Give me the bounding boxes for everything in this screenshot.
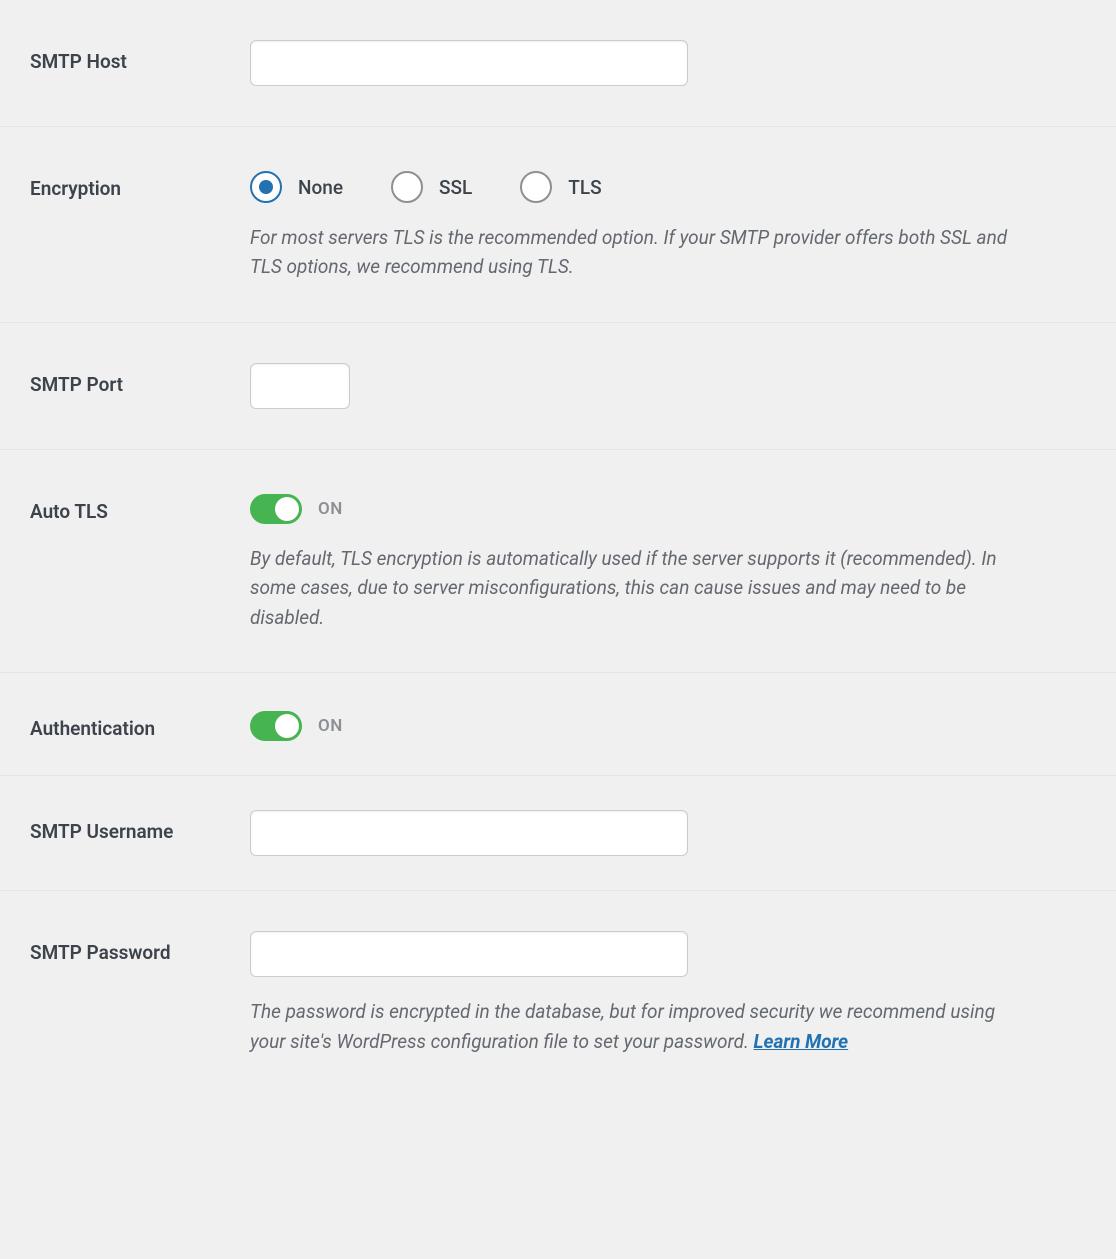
encryption-label: Encryption xyxy=(30,167,250,200)
smtp-password-row: SMTP Password The password is encrypted … xyxy=(0,891,1116,1096)
authentication-status: ON xyxy=(318,716,343,736)
toggle-knob-icon xyxy=(275,497,299,521)
encryption-radio-group: None SSL TLS xyxy=(250,167,1086,203)
smtp-password-description: The password is encrypted in the databas… xyxy=(250,997,1010,1056)
smtp-username-control xyxy=(250,810,1086,856)
authentication-toggle-wrap: ON xyxy=(250,707,1086,741)
encryption-option-tls-label: TLS xyxy=(568,176,601,199)
auto-tls-control: ON By default, TLS encryption is automat… xyxy=(250,490,1086,632)
smtp-username-row: SMTP Username xyxy=(0,776,1116,891)
authentication-label: Authentication xyxy=(30,707,250,740)
smtp-password-control: The password is encrypted in the databas… xyxy=(250,931,1086,1056)
smtp-username-label: SMTP Username xyxy=(30,810,250,843)
radio-unchecked-icon xyxy=(520,171,552,203)
smtp-port-label: SMTP Port xyxy=(30,363,250,396)
encryption-row: Encryption None SSL TLS For most servers… xyxy=(0,127,1116,323)
smtp-port-input[interactable] xyxy=(250,363,350,409)
encryption-option-tls[interactable]: TLS xyxy=(520,171,601,203)
auto-tls-row: Auto TLS ON By default, TLS encryption i… xyxy=(0,450,1116,673)
radio-checked-icon xyxy=(250,171,282,203)
encryption-option-ssl[interactable]: SSL xyxy=(391,171,472,203)
smtp-password-description-text: The password is encrypted in the databas… xyxy=(250,1000,995,1052)
smtp-host-control xyxy=(250,40,1086,86)
authentication-control: ON xyxy=(250,707,1086,741)
smtp-host-input[interactable] xyxy=(250,40,688,86)
authentication-row: Authentication ON xyxy=(0,673,1116,776)
learn-more-link[interactable]: Learn More xyxy=(754,1030,849,1053)
smtp-host-row: SMTP Host xyxy=(0,0,1116,127)
radio-unchecked-icon xyxy=(391,171,423,203)
authentication-toggle[interactable] xyxy=(250,711,302,741)
auto-tls-toggle-wrap: ON xyxy=(250,490,1086,524)
toggle-knob-icon xyxy=(275,714,299,738)
auto-tls-toggle[interactable] xyxy=(250,494,302,524)
auto-tls-status: ON xyxy=(318,499,343,519)
encryption-option-ssl-label: SSL xyxy=(439,176,472,199)
auto-tls-label: Auto TLS xyxy=(30,490,250,523)
encryption-control: None SSL TLS For most servers TLS is the… xyxy=(250,167,1086,282)
smtp-username-input[interactable] xyxy=(250,810,688,856)
encryption-description: For most servers TLS is the recommended … xyxy=(250,223,1010,282)
smtp-password-label: SMTP Password xyxy=(30,931,250,964)
smtp-port-row: SMTP Port xyxy=(0,323,1116,450)
smtp-password-input[interactable] xyxy=(250,931,688,977)
encryption-option-none[interactable]: None xyxy=(250,171,343,203)
smtp-port-control xyxy=(250,363,1086,409)
encryption-option-none-label: None xyxy=(298,176,343,199)
smtp-host-label: SMTP Host xyxy=(30,40,250,73)
auto-tls-description: By default, TLS encryption is automatica… xyxy=(250,544,1010,632)
